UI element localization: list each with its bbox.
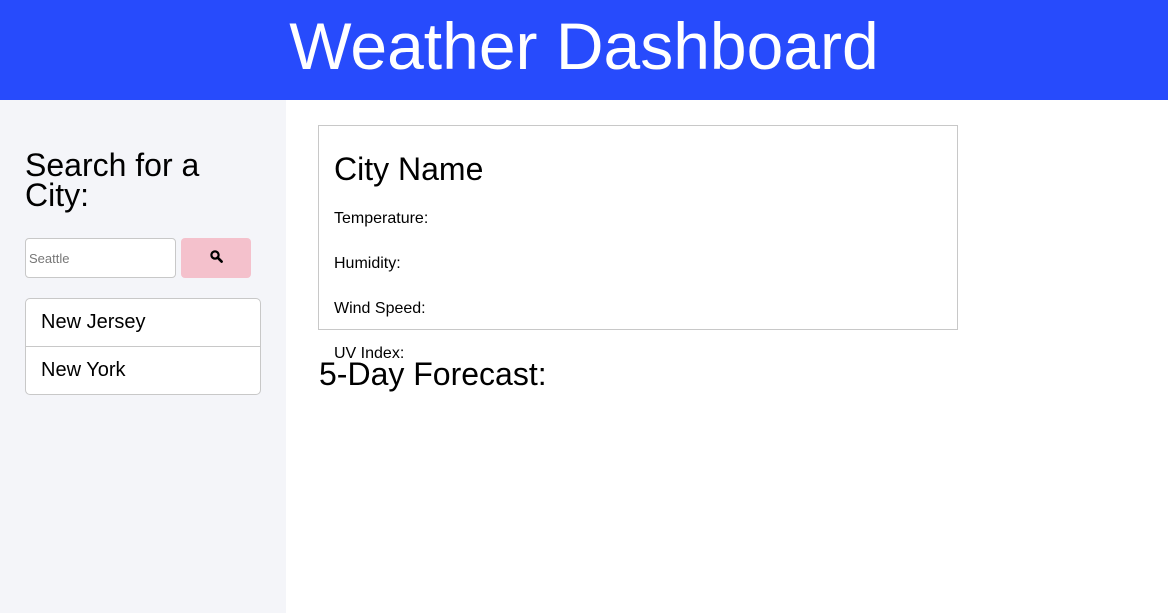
search-heading: Search for a City: — [25, 147, 200, 213]
humidity-label: Humidity: — [334, 255, 401, 272]
app-header: Weather Dashboard — [0, 0, 1168, 100]
history-item-new-jersey[interactable]: New Jersey — [25, 298, 261, 347]
search-button[interactable] — [181, 238, 251, 278]
forecast-heading: 5-Day Forecast: — [319, 356, 547, 392]
history-item-label: New York — [41, 359, 126, 381]
city-search-input[interactable] — [25, 238, 176, 278]
temperature-label: Temperature: — [334, 210, 429, 227]
search-icon — [209, 250, 223, 266]
sidebar: Search for a City: New Jersey New York — [0, 100, 286, 613]
history-item-label: New Jersey — [41, 311, 146, 333]
wind-speed-label: Wind Speed: — [334, 300, 426, 317]
page-title: Weather Dashboard — [289, 9, 879, 83]
search-history-list: New Jersey New York — [25, 298, 261, 395]
current-weather-card: City Name Temperature: Humidity: Wind Sp… — [318, 125, 958, 362]
history-item-new-york[interactable]: New York — [25, 346, 261, 395]
city-name: City Name — [334, 151, 484, 187]
